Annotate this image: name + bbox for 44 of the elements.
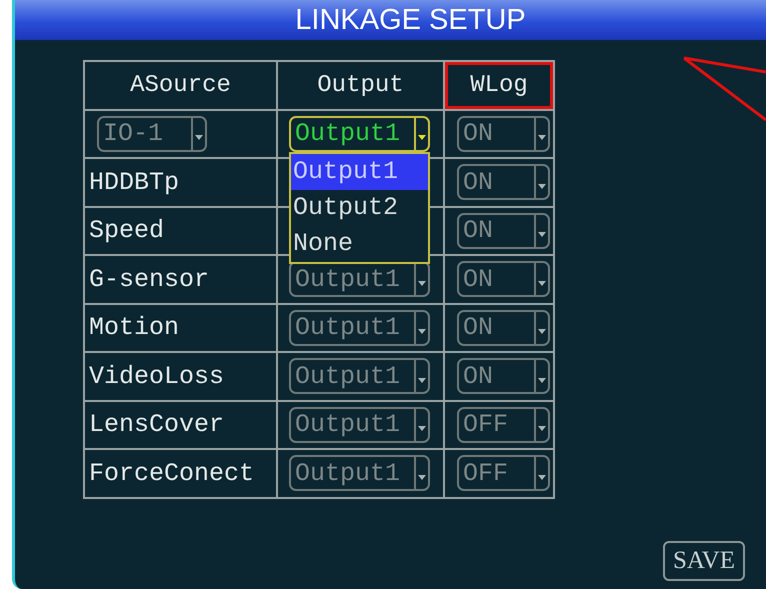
caret-icon xyxy=(538,280,546,286)
wlog-dropdown[interactable]: ON xyxy=(457,358,550,394)
wlog-dropdown[interactable]: ON xyxy=(457,116,550,152)
source-label: HDDBTp xyxy=(89,168,180,197)
source-dropdown[interactable]: IO-1 xyxy=(97,116,207,152)
caret-icon xyxy=(418,474,426,480)
caret-icon xyxy=(418,280,426,286)
column-header: WLog xyxy=(445,62,553,108)
caret-icon xyxy=(538,135,546,140)
output-dropdown[interactable]: Output1 xyxy=(289,358,430,394)
wlog-dropdown[interactable]: ON xyxy=(457,164,550,200)
wlog-dropdown[interactable]: ON xyxy=(457,310,550,346)
caret-icon xyxy=(195,135,203,140)
source-label: ForceConect xyxy=(89,458,254,488)
source-label: G-sensor xyxy=(89,264,210,294)
dropdown-option[interactable]: Output2 xyxy=(291,190,428,226)
caret-icon xyxy=(538,474,546,480)
wlog-dropdown[interactable]: OFF xyxy=(457,455,550,492)
column-header: Output xyxy=(278,62,443,108)
output-dropdown[interactable]: Output1 xyxy=(289,455,430,492)
output-dropdown[interactable]: Output1 xyxy=(289,406,430,443)
save-button[interactable]: SAVE xyxy=(662,540,745,580)
wlog-dropdown[interactable]: ON xyxy=(457,212,550,249)
caret-icon xyxy=(538,426,546,432)
caret-icon xyxy=(538,378,546,383)
dropdown-option[interactable]: Output1 xyxy=(291,154,428,190)
source-label: VideoLoss xyxy=(89,362,224,391)
caret-icon xyxy=(418,426,426,432)
caret-icon xyxy=(538,329,546,334)
window-title: LINKAGE SETUP xyxy=(294,4,526,36)
caret-icon xyxy=(418,329,426,334)
source-label: Motion xyxy=(89,313,180,342)
caret-icon xyxy=(538,232,546,238)
caret-icon xyxy=(418,378,426,383)
source-label: LensCover xyxy=(89,410,224,440)
source-label: Speed xyxy=(89,216,164,246)
caret-icon xyxy=(418,135,426,140)
column-header: ASource xyxy=(85,62,276,108)
caret-icon xyxy=(538,184,546,189)
output-dropdown[interactable]: Output1 xyxy=(289,261,430,298)
output-dropdown[interactable]: Output1 xyxy=(289,310,430,346)
dropdown-option[interactable]: None xyxy=(291,226,428,262)
wlog-dropdown[interactable]: ON xyxy=(457,261,550,298)
wlog-dropdown[interactable]: OFF xyxy=(457,406,550,443)
